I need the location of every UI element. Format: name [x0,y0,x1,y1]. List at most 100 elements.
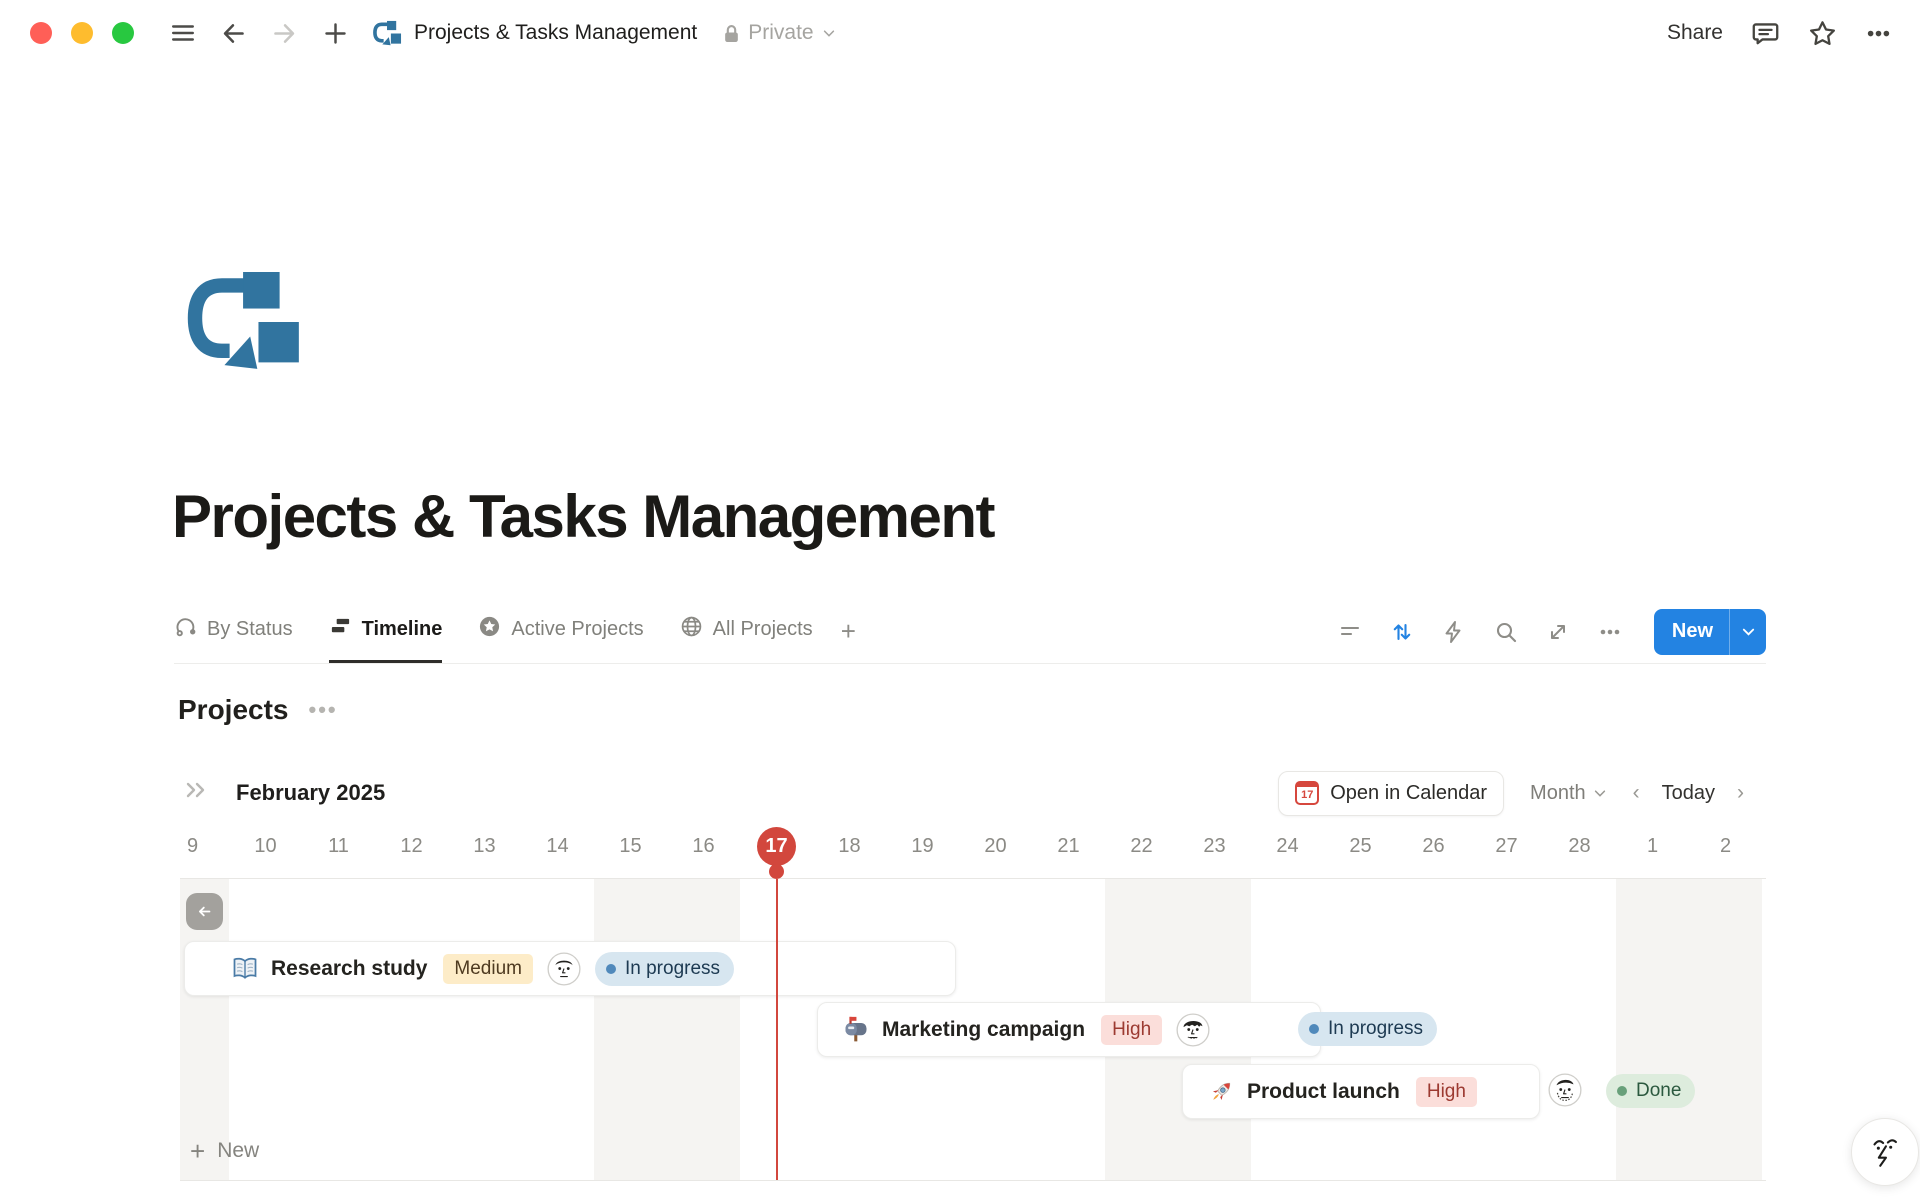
date-header-day: 26 [1397,825,1470,867]
back-icon[interactable] [220,20,247,47]
page-title[interactable]: Projects & Tasks Management [172,482,994,551]
new-page-icon[interactable] [322,20,349,47]
filter-icon[interactable] [1338,620,1362,644]
timeline-scale-dropdown[interactable]: Month [1530,782,1607,805]
assignee-avatar [547,952,581,986]
status-label: In progress [625,958,720,980]
item-title: Research study [271,957,427,981]
today-marker-dot [769,864,784,879]
view-tabs-bar: By Status Timeline Active Projects All Proj… [174,600,1766,664]
status-dot-icon [1617,1086,1627,1096]
open-in-calendar-label: Open in Calendar [1330,782,1487,805]
date-header-day: 27 [1470,825,1543,867]
sidebar-menu-icon[interactable] [170,20,196,46]
globe-icon [680,615,703,644]
new-entry-label: New [1654,620,1729,643]
lock-icon [723,24,740,43]
page-icon[interactable] [186,272,304,372]
item-title: Marketing campaign [882,1018,1085,1042]
timeline-scale-value: Month [1530,782,1586,805]
view-tab-all-projects[interactable]: All Projects [680,600,813,663]
timeline-month-label: February 2025 [236,780,385,806]
next-month-icon[interactable]: › [1737,781,1744,805]
timeline-bar-research-study[interactable]: Research study Medium In progress [184,941,956,996]
prev-month-icon[interactable]: ‹ [1633,781,1640,805]
breadcrumb-page-title: Projects & Tasks Management [414,21,697,45]
new-entry-button[interactable]: New [1654,609,1766,655]
database-options-icon[interactable]: ••• [309,697,338,723]
chevron-down-icon [822,26,836,40]
minimize-window-button[interactable] [71,22,93,44]
view-tab-label: Timeline [362,618,443,641]
item-title: Product launch [1247,1080,1400,1104]
view-tab-label: By Status [207,618,293,641]
date-header-day: 2 [1689,825,1762,867]
comments-icon[interactable] [1751,19,1780,48]
scroll-to-item-button[interactable] [186,893,223,930]
add-view-icon[interactable]: + [841,616,856,647]
priority-tag: High [1416,1077,1477,1107]
arrow-left-icon [196,903,213,920]
timeline-bars-icon [329,615,352,644]
forward-icon[interactable] [271,20,298,47]
view-options-icon[interactable] [1598,620,1622,644]
date-header-day: 18 [813,825,886,867]
view-tab-by-status[interactable]: By Status [174,600,293,663]
timeline-grid: Research study Medium In progress Marketing… [180,878,1766,1181]
zoom-window-button[interactable] [112,22,134,44]
date-header-day: 14 [521,825,594,867]
open-in-calendar-button[interactable]: 17 Open in Calendar [1278,771,1504,816]
today-button[interactable]: Today [1662,782,1715,805]
notion-ai-button[interactable] [1851,1118,1919,1186]
search-icon[interactable] [1494,620,1518,644]
status-pill: In progress [1298,1012,1437,1046]
status-pill: Done [1606,1074,1695,1108]
window-titlebar: Projects & Tasks Management Private Shar… [0,0,1920,66]
date-header-day: 10 [229,825,302,867]
timeline-bar-product-launch[interactable]: Product launch High [1182,1064,1540,1119]
view-tab-active-projects[interactable]: Active Projects [478,600,643,663]
traffic-lights [30,22,134,44]
date-header-day: 16 [667,825,740,867]
timeline-new-item-button[interactable]: +New [180,1129,1766,1173]
more-options-icon[interactable] [1865,20,1892,47]
priority-tag: Medium [443,954,533,984]
page-logo-mini [373,20,402,47]
share-button[interactable]: Share [1667,21,1723,45]
date-header-day: 1 [1616,825,1689,867]
date-header-day: 25 [1324,825,1397,867]
date-header-day: 11 [302,825,375,867]
privacy-dropdown[interactable]: Private [723,21,835,45]
view-tab-timeline[interactable]: Timeline [329,600,443,663]
date-header-day: 12 [375,825,448,867]
close-window-button[interactable] [30,22,52,44]
date-header-day: 28 [1543,825,1616,867]
collapse-chevrons-icon[interactable] [184,779,210,807]
date-header-day: 22 [1105,825,1178,867]
assignee-avatar [1548,1073,1582,1107]
date-header-day: 20 [959,825,1032,867]
new-entry-dropdown-icon[interactable] [1730,624,1766,639]
timeline-bar-marketing-campaign[interactable]: Marketing campaign High [817,1002,1321,1057]
sort-icon[interactable] [1390,620,1414,644]
expand-icon[interactable] [1546,620,1570,644]
database-title: Projects [178,694,289,726]
chevron-down-icon [1593,786,1607,800]
timeline-view: February 2025 17 Open in Calendar Month … [180,765,1766,1181]
mailbox-icon [842,1016,870,1044]
automation-bolt-icon[interactable] [1442,620,1466,644]
calendar-icon: 17 [1295,781,1319,805]
timeline-date-header: 9101112131415161718192021222324252627281… [180,825,1766,867]
status-label: Done [1636,1080,1681,1102]
status-dot-icon [606,964,616,974]
priority-tag: High [1101,1015,1162,1045]
assignee-avatar [1176,1013,1210,1047]
privacy-label: Private [748,21,813,45]
date-header-day: 15 [594,825,667,867]
date-header-day: 9 [156,825,229,867]
favorite-star-icon[interactable] [1808,19,1837,48]
view-tab-label: All Projects [713,618,813,641]
status-label: In progress [1328,1018,1423,1040]
rocket-icon [1207,1078,1235,1106]
star-circle-icon [478,615,501,644]
